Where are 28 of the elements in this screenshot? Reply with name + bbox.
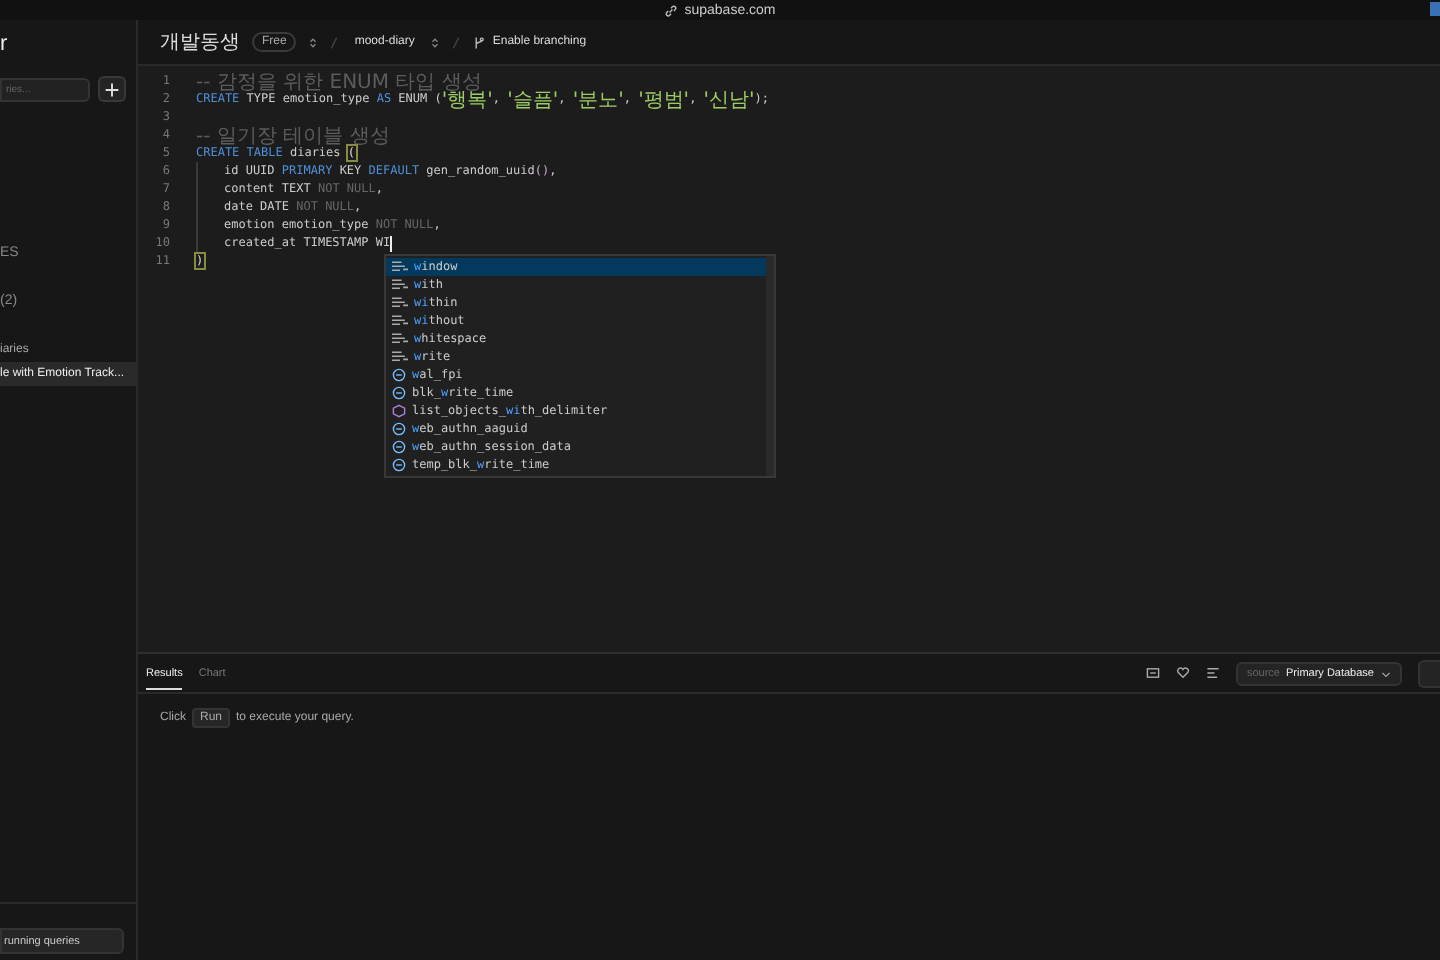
keyword-icon — [392, 332, 408, 346]
link-icon — [664, 3, 679, 17]
function-icon — [392, 368, 406, 382]
slash-divider-icon — [330, 35, 339, 49]
keyword-icon — [392, 350, 408, 364]
keyword-icon — [392, 296, 408, 310]
slash-divider-icon — [452, 35, 461, 49]
keyword-icon — [392, 314, 408, 328]
branch-icon — [472, 35, 487, 49]
org-name[interactable]: 개발동생 — [160, 28, 240, 56]
code-line: -- 감정을 위한 ENUM 타입 생성 — [196, 69, 482, 93]
function-icon — [392, 386, 406, 400]
add-button[interactable] — [98, 76, 126, 102]
keyword-icon — [392, 278, 408, 292]
keyword-icon — [392, 260, 408, 274]
chevron-updown-icon[interactable] — [308, 35, 319, 49]
sidebar-title: r — [0, 30, 10, 60]
function-icon — [392, 440, 406, 454]
code-line: -- 일기장 테이블 생성 — [196, 123, 390, 147]
download-icon[interactable] — [1146, 666, 1161, 680]
align-left-icon[interactable] — [1206, 666, 1221, 680]
method-icon — [392, 404, 406, 418]
plus-icon — [104, 81, 120, 97]
chevron-down-icon — [1380, 667, 1392, 679]
chevron-updown-icon[interactable] — [430, 35, 441, 49]
function-icon — [392, 422, 406, 436]
heart-icon[interactable] — [1176, 666, 1191, 680]
function-icon — [392, 458, 406, 472]
